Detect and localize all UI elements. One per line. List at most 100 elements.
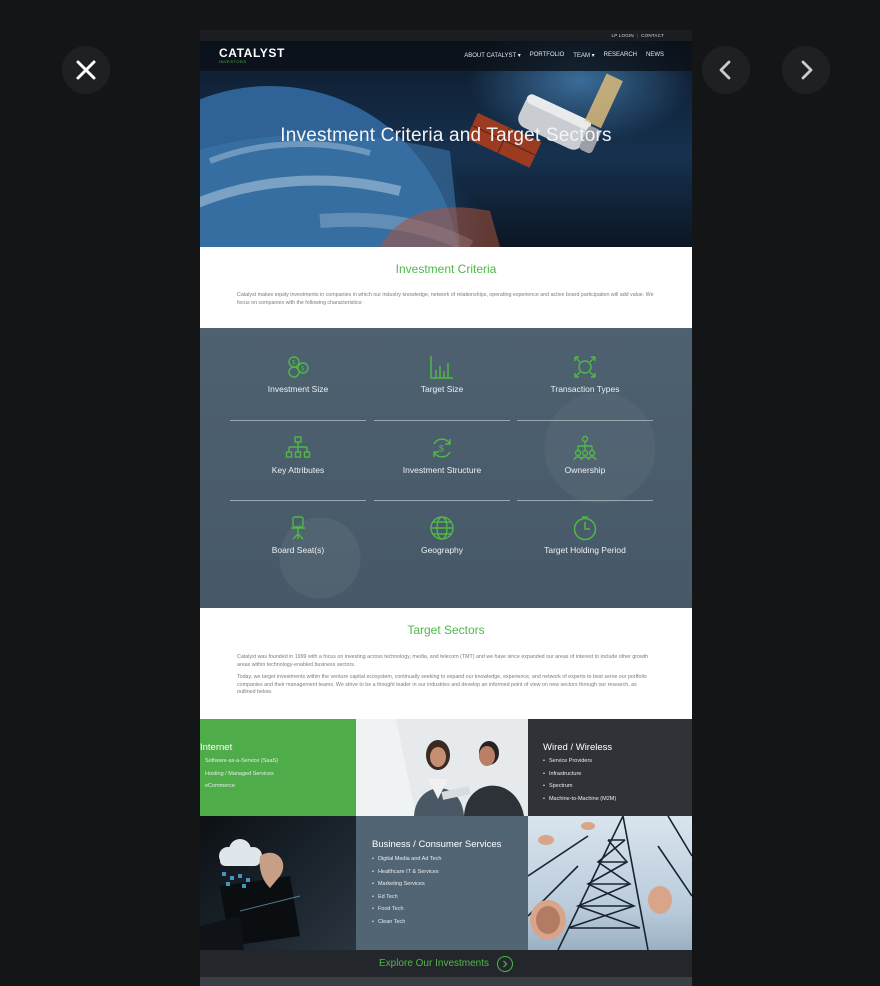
nav-news[interactable]: NEWS <box>646 52 664 59</box>
org-chart-icon <box>285 436 311 458</box>
criteria-investment-size[interactable]: $ $ Investment Size <box>230 354 366 414</box>
previous-button[interactable] <box>702 46 750 94</box>
criteria-board-seats[interactable]: Board Seat(s) <box>230 515 366 575</box>
utility-bar: LP LOGIN | CONTACT <box>200 30 692 41</box>
investment-criteria-intro: Investment Criteria Catalyst makes equit… <box>200 247 692 328</box>
main-navbar: CATALYST INVESTORS ABOUT CATALYST ▾ PORT… <box>200 41 692 71</box>
sector-list-item: Clean Tech <box>372 916 441 929</box>
divider <box>374 500 510 501</box>
image-viewer: LP LOGIN | CONTACT CATALYST INVESTORS AB… <box>0 0 880 986</box>
catalyst-logo[interactable]: CATALYST <box>219 46 285 60</box>
telecom-tower-illustration <box>528 816 692 950</box>
target-sectors-heading: Target Sectors <box>407 623 485 637</box>
clock-icon <box>573 516 597 541</box>
criteria-label: Board Seat(s) <box>271 545 325 555</box>
sector-list-item: Hosting / Managed Services <box>205 770 274 777</box>
criteria-geography[interactable]: Geography <box>374 515 510 575</box>
criteria-label: Geography <box>420 545 464 555</box>
hierarchy-icon <box>573 435 597 461</box>
criteria-transaction-types[interactable]: Transaction Types <box>517 354 653 414</box>
chevron-circle-right-icon <box>497 955 514 972</box>
investment-criteria-heading: Investment Criteria <box>395 262 497 276</box>
nav-research[interactable]: RESEARCH <box>604 52 637 59</box>
sector-tile-business-consumer-services[interactable]: Business / Consumer Services Digital Med… <box>356 816 528 950</box>
business-meeting-illustration <box>356 719 528 816</box>
criteria-label: Investment Structure <box>402 465 482 475</box>
criteria-ownership[interactable]: Ownership <box>517 435 653 495</box>
divider <box>374 420 510 421</box>
exchange-icon <box>574 356 596 378</box>
criteria-label: Target Holding Period <box>544 545 626 555</box>
sector-list-item: Service Providers <box>543 755 616 768</box>
sector-list: Service Providers Infrastructure Spectru… <box>543 755 616 805</box>
target-sectors-intro: Target Sectors Catalyst was founded in 1… <box>200 608 692 719</box>
lp-login-link[interactable]: LP LOGIN <box>612 33 634 38</box>
sector-list-item: Healthcare IT & Services <box>372 866 441 879</box>
investment-criteria-grid: $ $ Investment Size Target Size Transacti… <box>200 328 692 608</box>
close-icon <box>76 60 96 80</box>
sector-list: Software-as-a-Service (SaaS) Hosting / M… <box>205 755 278 793</box>
coins-icon: $$ <box>288 356 309 378</box>
sector-tile-wired-wireless[interactable]: Wired / Wireless Service Providers Infra… <box>528 719 692 816</box>
sector-list-item: Machine-to-Machine (M2M) <box>543 793 616 806</box>
chevron-left-icon <box>719 60 731 80</box>
sector-list-item: Infrastructure <box>543 768 616 781</box>
sector-list-item: eCommerce <box>205 783 235 790</box>
svg-text:$: $ <box>301 367 305 373</box>
criteria-label: Transaction Types <box>550 384 620 394</box>
sector-list-item: Food Tech <box>372 903 441 916</box>
sector-list: Digital Media and Ad Tech Healthcare IT … <box>372 853 442 929</box>
primary-nav: ABOUT CATALYST ▾ PORTFOLIO TEAM ▾ RESEAR… <box>464 52 664 59</box>
explore-label: Explore Our Investments <box>378 958 490 969</box>
svg-text:$: $ <box>292 361 296 367</box>
chair-icon <box>291 516 305 540</box>
divider <box>230 500 366 501</box>
criteria-key-attributes[interactable]: Key Attributes <box>230 435 366 495</box>
logo-subtitle: INVESTORS <box>219 59 247 64</box>
sector-tiles: Internet Software-as-a-Service (SaaS) Ho… <box>200 719 692 950</box>
chevron-right-icon <box>801 60 813 80</box>
page-title: Investment Criteria and Target Sectors <box>280 125 612 146</box>
contact-link[interactable]: CONTACT <box>641 33 664 38</box>
close-button[interactable] <box>62 46 110 94</box>
telecom-tower-photo <box>528 816 692 950</box>
svg-text:$: $ <box>439 444 444 454</box>
sector-title: Wired / Wireless <box>543 742 613 753</box>
globe-icon <box>430 516 454 540</box>
webpage-screenshot: LP LOGIN | CONTACT CATALYST INVESTORS AB… <box>200 30 692 986</box>
nav-about-catalyst[interactable]: ABOUT CATALYST ▾ <box>464 52 520 59</box>
hero-banner: CATALYST INVESTORS ABOUT CATALYST ▾ PORT… <box>200 41 692 247</box>
criteria-label: Ownership <box>564 465 606 475</box>
target-sectors-paragraph-1: Catalyst was founded in 1999 with a focu… <box>237 654 649 668</box>
utility-separator: | <box>636 33 639 38</box>
criteria-target-holding-period[interactable]: Target Holding Period <box>517 515 653 575</box>
divider <box>517 500 653 501</box>
criteria-label: Target Size <box>420 384 464 394</box>
next-button[interactable] <box>782 46 830 94</box>
cloud-tablet-illustration <box>200 839 301 950</box>
sector-list-item: Software-as-a-Service (SaaS) <box>205 758 279 764</box>
divider <box>230 420 366 421</box>
divider <box>517 420 653 421</box>
investment-criteria-description: Catalyst makes equity investments in com… <box>237 292 654 306</box>
sector-list-item: Spectrum <box>543 780 616 793</box>
target-sectors-paragraph-2: Today, we target investments within the … <box>237 674 647 695</box>
sector-list-item: Marketing Services <box>372 878 441 891</box>
sector-title: Internet <box>200 742 233 753</box>
criteria-label: Investment Size <box>267 384 329 394</box>
criteria-investment-structure[interactable]: $ Investment Structure <box>374 435 510 495</box>
bar-chart-icon <box>430 356 453 379</box>
sector-list-item: Ed Tech <box>372 891 441 904</box>
cloud-tablet-photo <box>200 816 356 950</box>
dollar-cycle-icon: $ <box>433 438 451 458</box>
nav-team[interactable]: TEAM ▾ <box>573 52 594 59</box>
criteria-target-size[interactable]: Target Size <box>374 354 510 414</box>
criteria-label: Key Attributes <box>271 465 325 475</box>
business-meeting-photo <box>356 719 528 816</box>
footer-strip <box>200 977 692 986</box>
sector-tile-internet[interactable]: Internet Software-as-a-Service (SaaS) Ho… <box>200 719 356 816</box>
sector-title: Business / Consumer Services <box>372 839 502 850</box>
nav-portfolio[interactable]: PORTFOLIO <box>530 52 565 59</box>
sector-list-item: Digital Media and Ad Tech <box>372 853 442 866</box>
explore-investments-link[interactable]: Explore Our Investments <box>200 950 692 977</box>
